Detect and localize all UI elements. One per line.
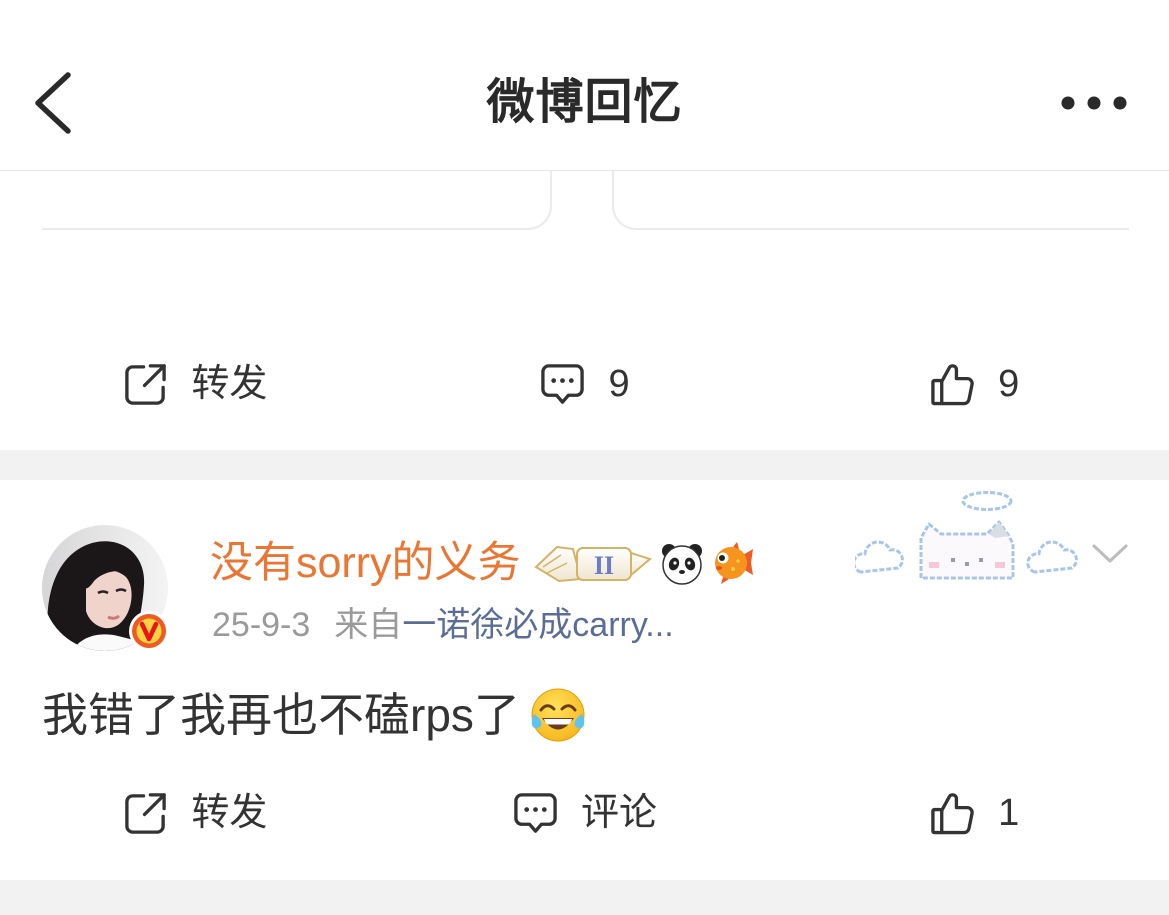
repost-icon bbox=[125, 792, 167, 834]
comment-count: 9 bbox=[608, 363, 630, 405]
source-prefix: 来自 bbox=[334, 606, 403, 644]
cloud-cat-decoration bbox=[855, 491, 1078, 580]
page-title: 微博回忆 bbox=[486, 76, 683, 129]
panda-icon bbox=[661, 544, 702, 585]
top-nav-bar: 微博回忆 bbox=[0, 0, 1169, 171]
chevron-down-icon bbox=[1092, 544, 1128, 563]
quoted-card-left[interactable] bbox=[42, 171, 552, 230]
repost-button[interactable]: 转发 bbox=[0, 354, 390, 414]
post-action-bar: 转发 评论 1 bbox=[0, 783, 1169, 843]
like-button[interactable]: 9 bbox=[779, 354, 1169, 414]
more-button[interactable] bbox=[1058, 90, 1130, 116]
like-icon bbox=[931, 363, 974, 405]
repost-label: 转发 bbox=[191, 363, 268, 405]
like-count: 1 bbox=[998, 792, 1020, 834]
comment-label: 评论 bbox=[581, 792, 658, 834]
comment-icon bbox=[541, 363, 585, 404]
comment-button[interactable]: 评论 bbox=[390, 783, 780, 843]
source-link[interactable]: 一诺徐必成carry... bbox=[402, 603, 673, 647]
post-action-bar: 转发 9 9 bbox=[0, 354, 1169, 414]
like-count: 9 bbox=[998, 363, 1020, 405]
author-name[interactable]: 没有sorry的义务 bbox=[210, 536, 521, 590]
post-card-previous: 转发 9 9 bbox=[0, 171, 1169, 450]
quoted-card-right[interactable] bbox=[612, 171, 1129, 230]
repost-button[interactable]: 转发 bbox=[0, 783, 390, 843]
post-meta: 25-9-3 来自 一诺徐必成carry... bbox=[212, 603, 674, 647]
post-menu-button[interactable] bbox=[1090, 542, 1130, 566]
rank-badge-level: II bbox=[593, 551, 613, 580]
post-time: 25-9-3 bbox=[212, 606, 311, 644]
author-row: 没有sorry的义务 II bbox=[210, 536, 755, 590]
post-card: 没有sorry的义务 II 25-9-3 来自 一诺徐必成carry... 我错… bbox=[0, 480, 1169, 880]
comment-button[interactable]: 9 bbox=[390, 354, 780, 414]
rank-badge-icon[interactable]: II bbox=[533, 539, 653, 587]
comment-icon bbox=[514, 792, 557, 833]
like-button[interactable]: 1 bbox=[779, 783, 1169, 843]
repost-icon bbox=[125, 363, 167, 405]
repost-label: 转发 bbox=[191, 792, 268, 834]
post-content[interactable]: 我错了我再也不磕rps了 bbox=[42, 685, 586, 745]
more-dots-icon bbox=[1061, 96, 1127, 110]
post-text: 我错了我再也不磕rps了 bbox=[42, 689, 520, 741]
feed-separator bbox=[0, 880, 1169, 915]
like-icon bbox=[931, 792, 974, 834]
pufferfish-icon bbox=[714, 542, 753, 584]
tears-of-joy-emoji bbox=[531, 688, 585, 742]
feed-separator bbox=[0, 450, 1169, 480]
verified-v-icon bbox=[129, 611, 169, 651]
